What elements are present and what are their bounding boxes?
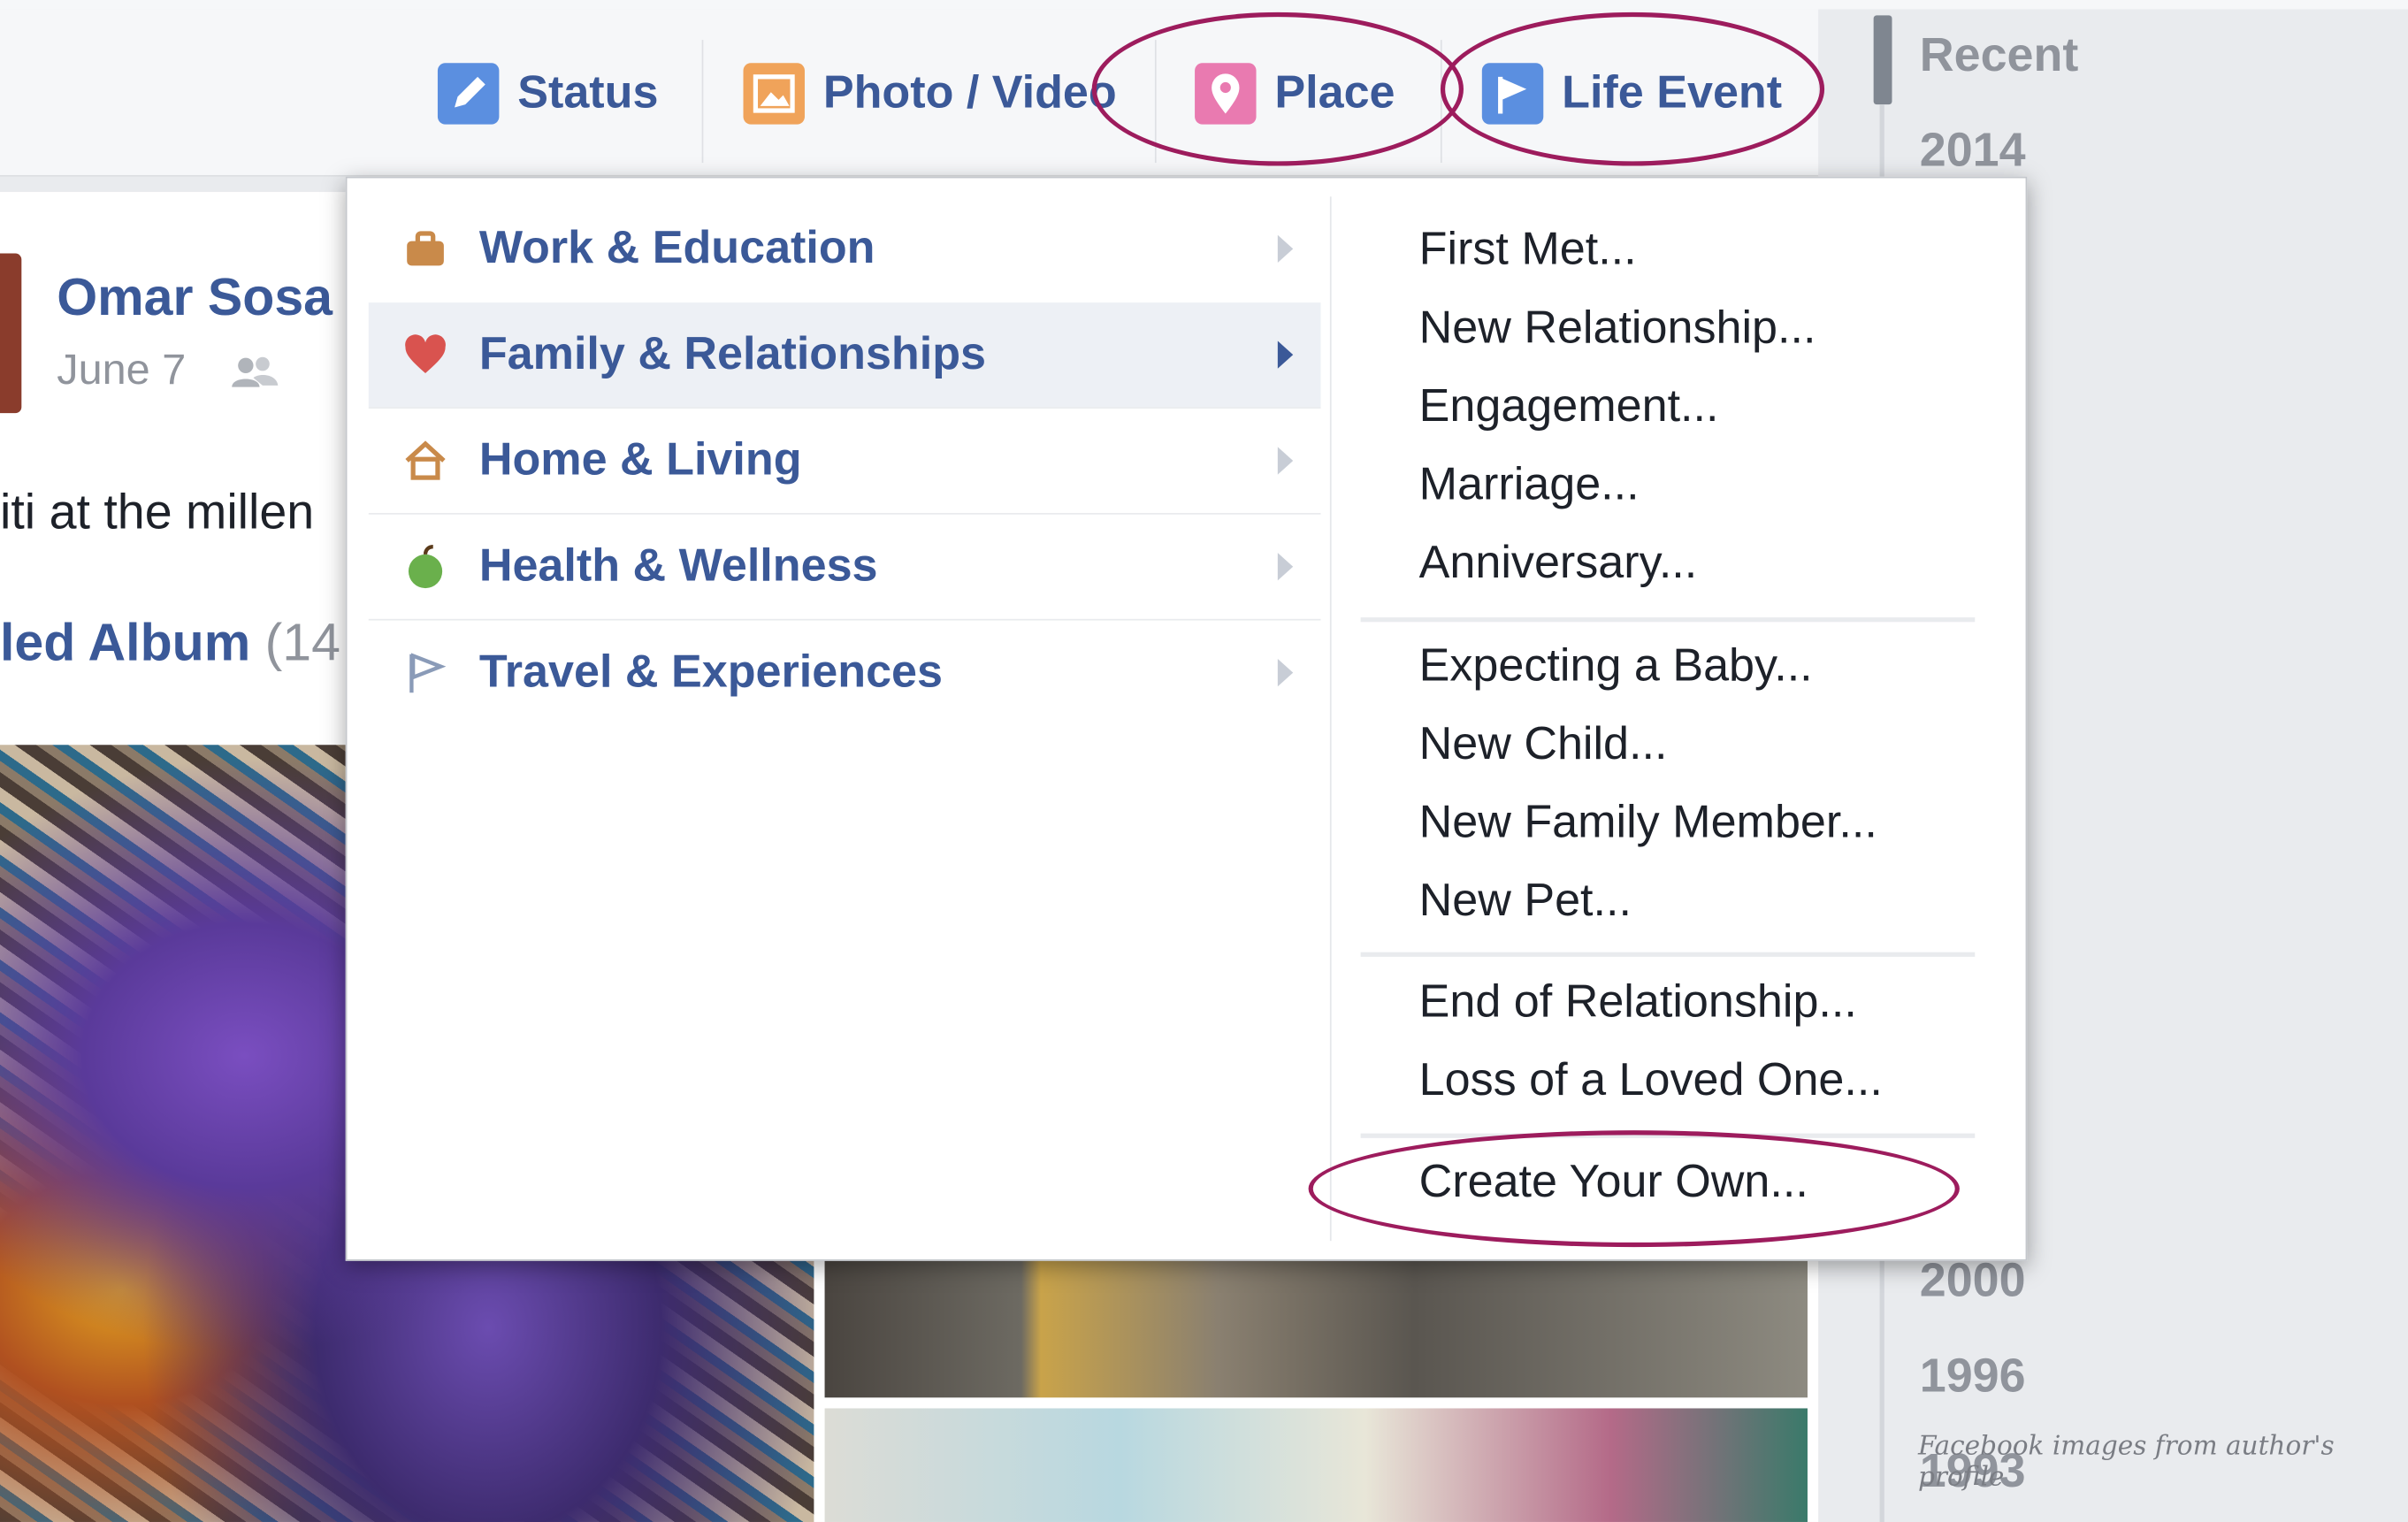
house-icon — [402, 438, 448, 484]
life-event-new-relationship[interactable]: New Relationship... — [1419, 302, 1816, 355]
tab-separator — [701, 40, 704, 164]
life-event-expecting-baby[interactable]: Expecting a Baby... — [1419, 640, 1813, 692]
photo-video-tab[interactable]: Photo / Video — [743, 58, 1117, 129]
life-event-anniversary[interactable]: Anniversary... — [1419, 538, 1698, 590]
composer-bar: Status Photo / Video Place Life Event — [0, 9, 1819, 177]
post-text: iti at the millen — [0, 484, 315, 539]
chevron-right-icon — [1277, 340, 1294, 369]
timeline-item[interactable]: 1996 — [1920, 1349, 2026, 1404]
life-event-loss-of-loved-one[interactable]: Loss of a Loved One... — [1419, 1055, 1883, 1107]
life-event-first-met[interactable]: First Met... — [1419, 225, 1637, 277]
chevron-right-icon — [1277, 553, 1294, 581]
album-title[interactable]: led Album — [0, 615, 250, 673]
status-label: Status — [517, 67, 659, 119]
top-strip — [0, 0, 2408, 10]
album-link[interactable]: led Album (14 — [0, 615, 340, 675]
menu-separator — [1360, 617, 1976, 623]
chevron-right-icon — [1277, 447, 1294, 475]
category-travel-experiences[interactable]: Travel & Experiences — [369, 621, 1321, 725]
life-event-tab[interactable]: Life Event — [1481, 58, 1783, 129]
life-event-create-your-own[interactable]: Create Your Own... — [1419, 1157, 1808, 1209]
avatar[interactable] — [0, 253, 22, 414]
photo-video-label: Photo / Video — [822, 67, 1117, 119]
category-label: Work & Education — [478, 222, 875, 274]
timeline-active-marker — [1873, 15, 1892, 105]
menu-column-divider — [1329, 196, 1332, 1242]
friends-audience-icon[interactable] — [230, 355, 279, 388]
place-tab[interactable]: Place — [1195, 58, 1395, 129]
apple-icon — [402, 544, 448, 590]
life-event-new-family-member[interactable]: New Family Member... — [1419, 797, 1877, 849]
category-label: Health & Wellness — [478, 540, 878, 592]
category-health-wellness[interactable]: Health & Wellness — [369, 515, 1321, 619]
briefcase-icon — [402, 226, 448, 272]
category-label: Home & Living — [478, 434, 802, 486]
category-family-relationships[interactable]: Family & Relationships — [368, 302, 1321, 408]
post-date[interactable]: June 7 — [57, 346, 186, 395]
life-event-end-of-relationship[interactable]: End of Relationship... — [1419, 976, 1857, 1029]
category-label: Family & Relationships — [478, 328, 987, 379]
pencil-icon — [437, 63, 500, 125]
album-count: (14 — [264, 614, 340, 673]
life-event-new-pet[interactable]: New Pet... — [1419, 876, 1632, 928]
album-photo-street[interactable] — [824, 1259, 1808, 1398]
album-photo-mural[interactable] — [824, 1408, 1808, 1522]
life-event-menu: Work & Education Family & Relationships … — [345, 176, 2028, 1261]
category-home-living[interactable]: Home & Living — [369, 409, 1321, 513]
chevron-right-icon — [1277, 659, 1294, 687]
place-label: Place — [1274, 67, 1395, 119]
category-work-education[interactable]: Work & Education — [369, 196, 1321, 301]
life-event-marriage[interactable]: Marriage... — [1419, 459, 1640, 511]
image-credit-caption: Facebook images from author's profile — [1918, 1431, 2335, 1493]
life-event-engagement[interactable]: Engagement... — [1419, 381, 1719, 433]
tab-separator — [1440, 40, 1442, 164]
photo-icon — [743, 63, 805, 125]
post-author[interactable]: Omar Sosa — [57, 269, 333, 329]
status-tab[interactable]: Status — [437, 58, 659, 129]
flag-icon — [402, 650, 448, 696]
life-event-new-child[interactable]: New Child... — [1419, 719, 1668, 771]
timeline-item[interactable]: Recent — [1920, 27, 2079, 83]
chevron-right-icon — [1277, 234, 1294, 263]
category-label: Travel & Experiences — [478, 646, 944, 698]
map-pin-icon — [1195, 63, 1257, 125]
life-event-label: Life Event — [1562, 67, 1783, 119]
screenshot-stage: Status Photo / Video Place Life Event Om… — [0, 0, 2408, 1522]
timeline-item[interactable]: 2014 — [1920, 123, 2026, 179]
flag-icon — [1481, 63, 1544, 125]
menu-separator — [1360, 952, 1976, 957]
menu-separator — [1360, 1133, 1976, 1138]
tab-separator — [1154, 40, 1157, 164]
timeline-item[interactable]: 2000 — [1920, 1253, 2026, 1309]
heart-icon — [402, 332, 448, 378]
